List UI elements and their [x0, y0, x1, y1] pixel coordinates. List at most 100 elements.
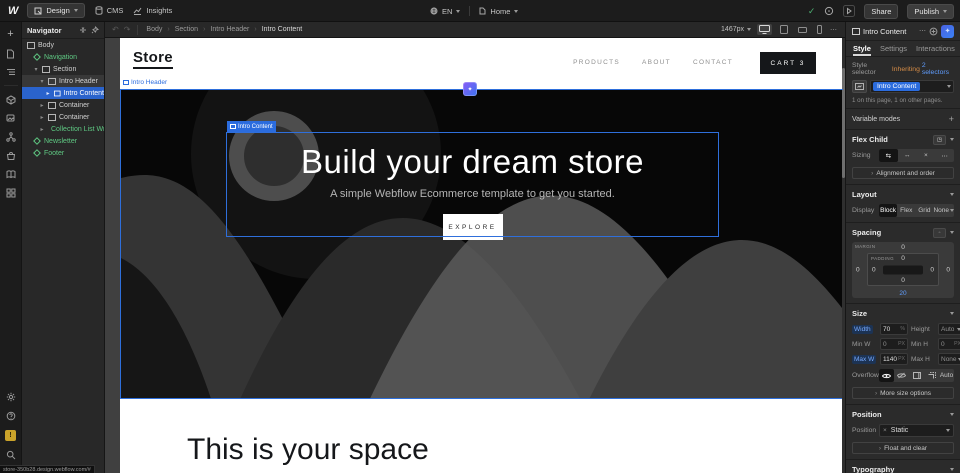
expander-icon[interactable]: [45, 90, 51, 97]
padding-right-value[interactable]: 0: [930, 266, 934, 273]
zoom-icon[interactable]: [6, 450, 16, 460]
settings-icon[interactable]: [6, 392, 16, 402]
nav-link-contact[interactable]: CONTACT: [693, 59, 733, 66]
pages-icon[interactable]: [6, 49, 15, 59]
ai-assistant-button[interactable]: ✦: [941, 25, 954, 38]
max-height-input[interactable]: None: [938, 353, 960, 365]
tree-item-section[interactable]: Section: [22, 63, 104, 75]
expander-icon[interactable]: [39, 78, 45, 85]
tree-item-navigation[interactable]: Navigation: [22, 51, 104, 63]
webflow-logo-icon[interactable]: W: [8, 5, 17, 17]
chevron-icon[interactable]: [950, 138, 954, 141]
section-heading[interactable]: This is your space: [187, 433, 429, 467]
display-block-option[interactable]: Block: [879, 204, 897, 217]
site-logo[interactable]: Store: [133, 49, 173, 69]
spacing-options-icon[interactable]: ▫: [933, 228, 946, 238]
undo-icon[interactable]: ↶: [112, 25, 119, 34]
breadcrumb-section[interactable]: Section: [175, 26, 198, 33]
overflow-scroll-option[interactable]: [909, 369, 924, 382]
breadcrumb-intro-header[interactable]: Intro Header: [210, 26, 249, 33]
tab-style[interactable]: Style: [853, 41, 871, 56]
component-create-icon[interactable]: [929, 27, 938, 36]
expander-icon[interactable]: [33, 66, 39, 73]
intro-header-tag[interactable]: Intro Header: [123, 79, 167, 86]
padding-bottom-value[interactable]: 0: [901, 277, 905, 284]
alignment-order-button[interactable]: › Alignment and order: [852, 167, 954, 179]
tree-item-collection-list[interactable]: Collection List Wra...: [22, 123, 104, 135]
design-mode-button[interactable]: Design: [27, 3, 84, 18]
tree-item-newsletter[interactable]: Newsletter: [22, 135, 104, 147]
overflow-auto-option[interactable]: Auto: [939, 369, 954, 382]
expander-icon[interactable]: [39, 102, 45, 109]
cms-button[interactable]: CMS: [95, 6, 124, 15]
preview-icon[interactable]: [843, 5, 855, 17]
more-options-icon[interactable]: ⋯: [919, 27, 926, 35]
assets-icon[interactable]: [6, 114, 16, 123]
min-height-input[interactable]: 0PX: [938, 338, 960, 350]
expander-icon[interactable]: [39, 126, 45, 133]
sizing-grow-option[interactable]: ↔: [898, 149, 917, 162]
chevron-icon[interactable]: [950, 312, 954, 315]
tree-item-body[interactable]: Body: [22, 39, 104, 51]
cart-button[interactable]: CART 3: [760, 52, 816, 74]
add-variable-mode-icon[interactable]: +: [949, 114, 954, 124]
breakpoint-mobile-landscape-button[interactable]: [796, 26, 809, 34]
expander-icon[interactable]: [39, 114, 45, 121]
class-selector-input[interactable]: Intro Content: [870, 80, 954, 93]
help-icon[interactable]: [6, 411, 16, 421]
tree-item-intro-header[interactable]: Intro Header: [22, 75, 104, 87]
display-none-option[interactable]: None: [933, 204, 954, 217]
nav-link-about[interactable]: ABOUT: [642, 59, 671, 66]
margin-left-value[interactable]: 0: [856, 267, 860, 274]
overflow-clip-option[interactable]: [924, 369, 939, 382]
padding-left-value[interactable]: 0: [872, 266, 876, 273]
tab-settings[interactable]: Settings: [880, 41, 907, 56]
breadcrumb-body[interactable]: Body: [146, 26, 162, 33]
inherited-selectors-link[interactable]: 2 selectors: [922, 62, 954, 76]
insights-button[interactable]: Insights: [133, 6, 172, 15]
display-flex-option[interactable]: Flex: [897, 204, 915, 217]
pin-icon[interactable]: [91, 26, 99, 34]
language-selector[interactable]: EN: [430, 7, 460, 16]
chevron-icon[interactable]: [950, 193, 954, 196]
add-section-handle[interactable]: ✦: [463, 82, 477, 96]
style-preview-icon[interactable]: [852, 80, 867, 93]
variables-icon[interactable]: [6, 132, 16, 142]
ecommerce-icon[interactable]: [6, 151, 16, 161]
apps-icon[interactable]: [6, 188, 16, 198]
hero-section[interactable]: Intro Content Build your dream store A s…: [120, 89, 843, 399]
width-input[interactable]: 70%: [880, 323, 908, 335]
flex-child-reset-icon[interactable]: ◳: [933, 135, 946, 145]
overflow-visible-option[interactable]: [879, 369, 894, 382]
chevron-icon[interactable]: [950, 468, 954, 471]
tree-item-container[interactable]: Container: [22, 111, 104, 123]
tree-item-intro-content[interactable]: Intro Content: [22, 87, 104, 99]
float-clear-button[interactable]: › Float and clear: [852, 442, 954, 454]
nav-link-products[interactable]: PRODUCTS: [573, 59, 620, 66]
margin-right-value[interactable]: 0: [946, 267, 950, 274]
more-size-options-button[interactable]: › More size options: [852, 387, 954, 399]
margin-top-value[interactable]: 0: [901, 244, 905, 251]
breakpoint-desktop-button[interactable]: [757, 24, 772, 35]
variable-modes-row[interactable]: Variable modes +: [846, 108, 960, 129]
class-pill[interactable]: Intro Content: [873, 82, 920, 91]
breadcrumb-intro-content[interactable]: Intro Content: [262, 26, 302, 33]
components-icon[interactable]: [6, 95, 16, 105]
max-width-input[interactable]: 1140PX: [880, 353, 908, 365]
cms-panel-icon[interactable]: [6, 170, 16, 179]
min-width-input[interactable]: 0PX: [880, 338, 908, 350]
breakpoint-tablet-button[interactable]: [778, 24, 790, 35]
collapse-all-icon[interactable]: [79, 26, 87, 34]
tree-item-container[interactable]: Container: [22, 99, 104, 111]
sizing-custom-option[interactable]: ⋯: [935, 149, 954, 162]
margin-bottom-value[interactable]: 20: [899, 290, 906, 297]
position-select[interactable]: × Static: [879, 424, 954, 437]
more-breakpoints-icon[interactable]: ⋯: [830, 26, 837, 34]
sizing-none-option[interactable]: ×: [917, 149, 936, 162]
intro-content-tag[interactable]: Intro Content: [227, 121, 276, 132]
breakpoint-mobile-button[interactable]: [815, 24, 824, 35]
tab-interactions[interactable]: Interactions: [916, 41, 955, 56]
padding-top-value[interactable]: 0: [901, 255, 905, 262]
overflow-hidden-option[interactable]: [894, 369, 909, 382]
publish-button[interactable]: Publish: [907, 4, 954, 19]
